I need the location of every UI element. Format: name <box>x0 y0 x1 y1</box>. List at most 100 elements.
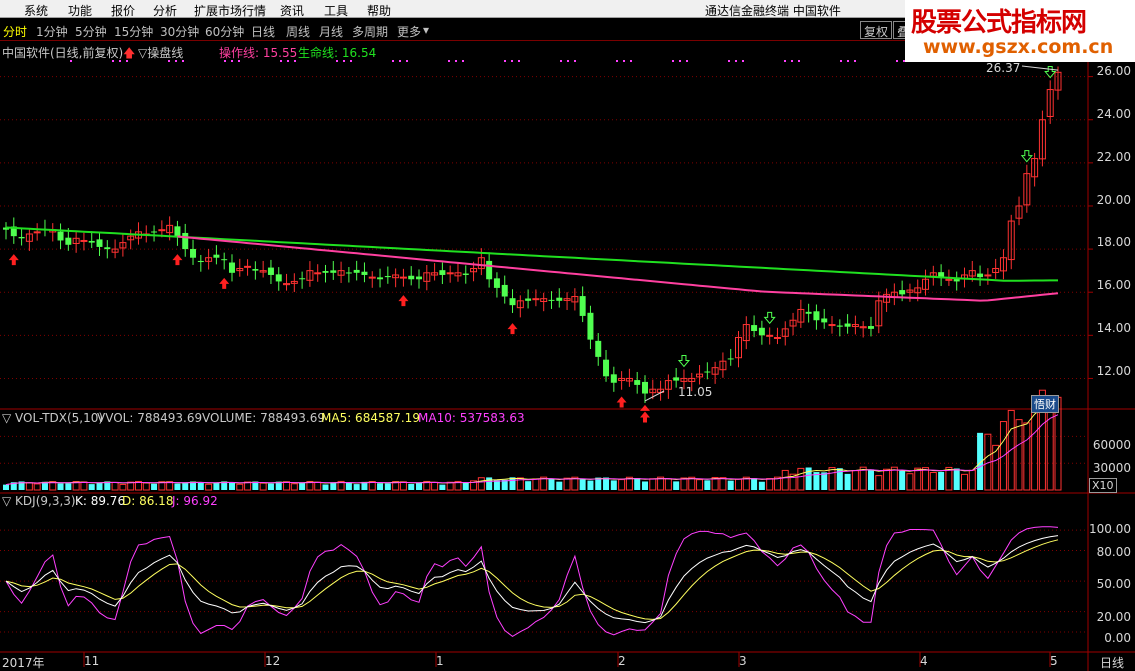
volume-bar <box>548 478 555 490</box>
volume-bar <box>1046 408 1054 491</box>
candle-body <box>867 326 874 329</box>
volume-bar <box>563 477 571 491</box>
candle-body <box>813 311 820 321</box>
candle-body <box>579 296 586 316</box>
volume-bar <box>922 467 930 491</box>
volume-bar <box>992 444 1000 491</box>
signal-dot <box>728 60 730 62</box>
volume-bar <box>968 469 976 491</box>
signal-dot <box>238 60 240 62</box>
sell-arrow-icon <box>677 354 691 368</box>
volume-bar <box>486 477 493 490</box>
wucai-badge[interactable]: 悟财 <box>1031 395 1059 413</box>
volume-bar <box>641 481 648 490</box>
buy-arrow-icon <box>616 396 627 408</box>
candle-body <box>805 311 812 314</box>
signal-dot <box>126 60 128 62</box>
volume-bar <box>735 478 743 491</box>
candle-body <box>953 279 960 282</box>
volume-bar <box>938 471 945 490</box>
signal-dot <box>168 60 170 62</box>
candle-body <box>384 276 391 278</box>
price-tick-20: 20.00 <box>1096 193 1131 207</box>
kdj-j-value: J: 96.92 <box>172 494 218 508</box>
candle-body <box>766 334 774 337</box>
candle-body <box>844 323 851 327</box>
signal-dot <box>616 60 618 62</box>
volume-bar <box>228 482 235 490</box>
vvol-value: VVOL: 788493.69 <box>97 411 203 425</box>
candle-body <box>587 312 594 340</box>
candle-body <box>57 231 64 241</box>
volume-bar <box>197 482 204 490</box>
signal-dot <box>182 60 184 62</box>
volume-bar <box>408 483 415 490</box>
price-tick-24: 24.00 <box>1096 107 1131 121</box>
volume-bar <box>127 481 135 491</box>
kdj-tick-80: 80.00 <box>1096 545 1131 559</box>
volume-bar <box>384 483 391 490</box>
buy-arrow-icon <box>507 323 518 335</box>
candle-body <box>267 267 274 275</box>
candle-body <box>190 248 197 258</box>
volume-bar <box>3 484 9 490</box>
vol-ma5-value: MA5: 684587.19 <box>321 411 420 425</box>
signal-dot <box>343 60 345 62</box>
volume-bar <box>664 478 672 491</box>
volume-bar <box>119 483 127 491</box>
signal-dot <box>672 60 674 62</box>
x-label-may: 5 <box>1050 654 1058 668</box>
buy-arrow-icon <box>398 295 409 307</box>
candle-body <box>751 325 758 332</box>
volume-bar <box>758 481 765 490</box>
signal-dot <box>560 60 562 62</box>
kdj-indicator-title[interactable]: ▽ KDJ(9,3,3) <box>2 494 76 508</box>
candle-body <box>158 229 166 232</box>
candle-body <box>486 260 493 280</box>
volume-bar <box>267 483 274 490</box>
volume-bar <box>883 468 891 491</box>
candle-body <box>603 359 610 377</box>
candle-body <box>377 277 384 280</box>
signal-dot <box>280 60 282 62</box>
sell-arrow-icon <box>763 311 776 325</box>
watermark-banner: 股票公式指标网 www.gszx.com.cn <box>905 0 1135 62</box>
volume-bar <box>322 484 329 490</box>
candle-body <box>252 269 259 271</box>
volume-bar <box>899 470 906 490</box>
signal-dot <box>287 60 289 62</box>
vol-tick-60000: 60000 <box>1092 438 1131 452</box>
vol-tick-30000: 30000 <box>1092 461 1131 475</box>
volume-bar <box>399 481 407 491</box>
volume-bar <box>477 477 485 491</box>
signal-dot <box>686 60 688 62</box>
candle-body <box>673 377 680 381</box>
volume-bar <box>439 484 446 490</box>
candle-body <box>275 274 282 282</box>
signal-dot <box>112 60 114 62</box>
candle-body <box>556 297 563 301</box>
low-marker-icon <box>639 404 650 411</box>
candle-body <box>984 274 992 277</box>
signal-dot <box>175 60 177 62</box>
kdj-d-value: D: 86.18 <box>122 494 174 508</box>
volume-bar <box>696 479 704 491</box>
price-tick-26: 26.00 <box>1096 64 1131 78</box>
sell-arrow-icon <box>1044 66 1057 79</box>
candle-body <box>509 298 516 306</box>
candle-body <box>446 272 454 275</box>
signal-dot <box>455 60 457 62</box>
vol-indicator-title[interactable]: ▽ VOL-TDX(5,10) <box>2 411 103 425</box>
candle-body <box>462 273 469 275</box>
x-label-nov: 11 <box>84 654 100 668</box>
volume-bar <box>719 477 727 491</box>
volume-bar <box>673 481 680 490</box>
kdj-tick-100: 100.00 <box>1089 522 1131 536</box>
candle-body <box>221 259 228 261</box>
kdj-tick-50: 50.00 <box>1096 577 1131 591</box>
chart-canvas[interactable] <box>0 0 1135 671</box>
volume-bar <box>727 480 734 490</box>
high-price-label: 26.37 <box>986 61 1021 75</box>
signal-dot <box>336 60 338 62</box>
candle-body <box>532 298 540 301</box>
